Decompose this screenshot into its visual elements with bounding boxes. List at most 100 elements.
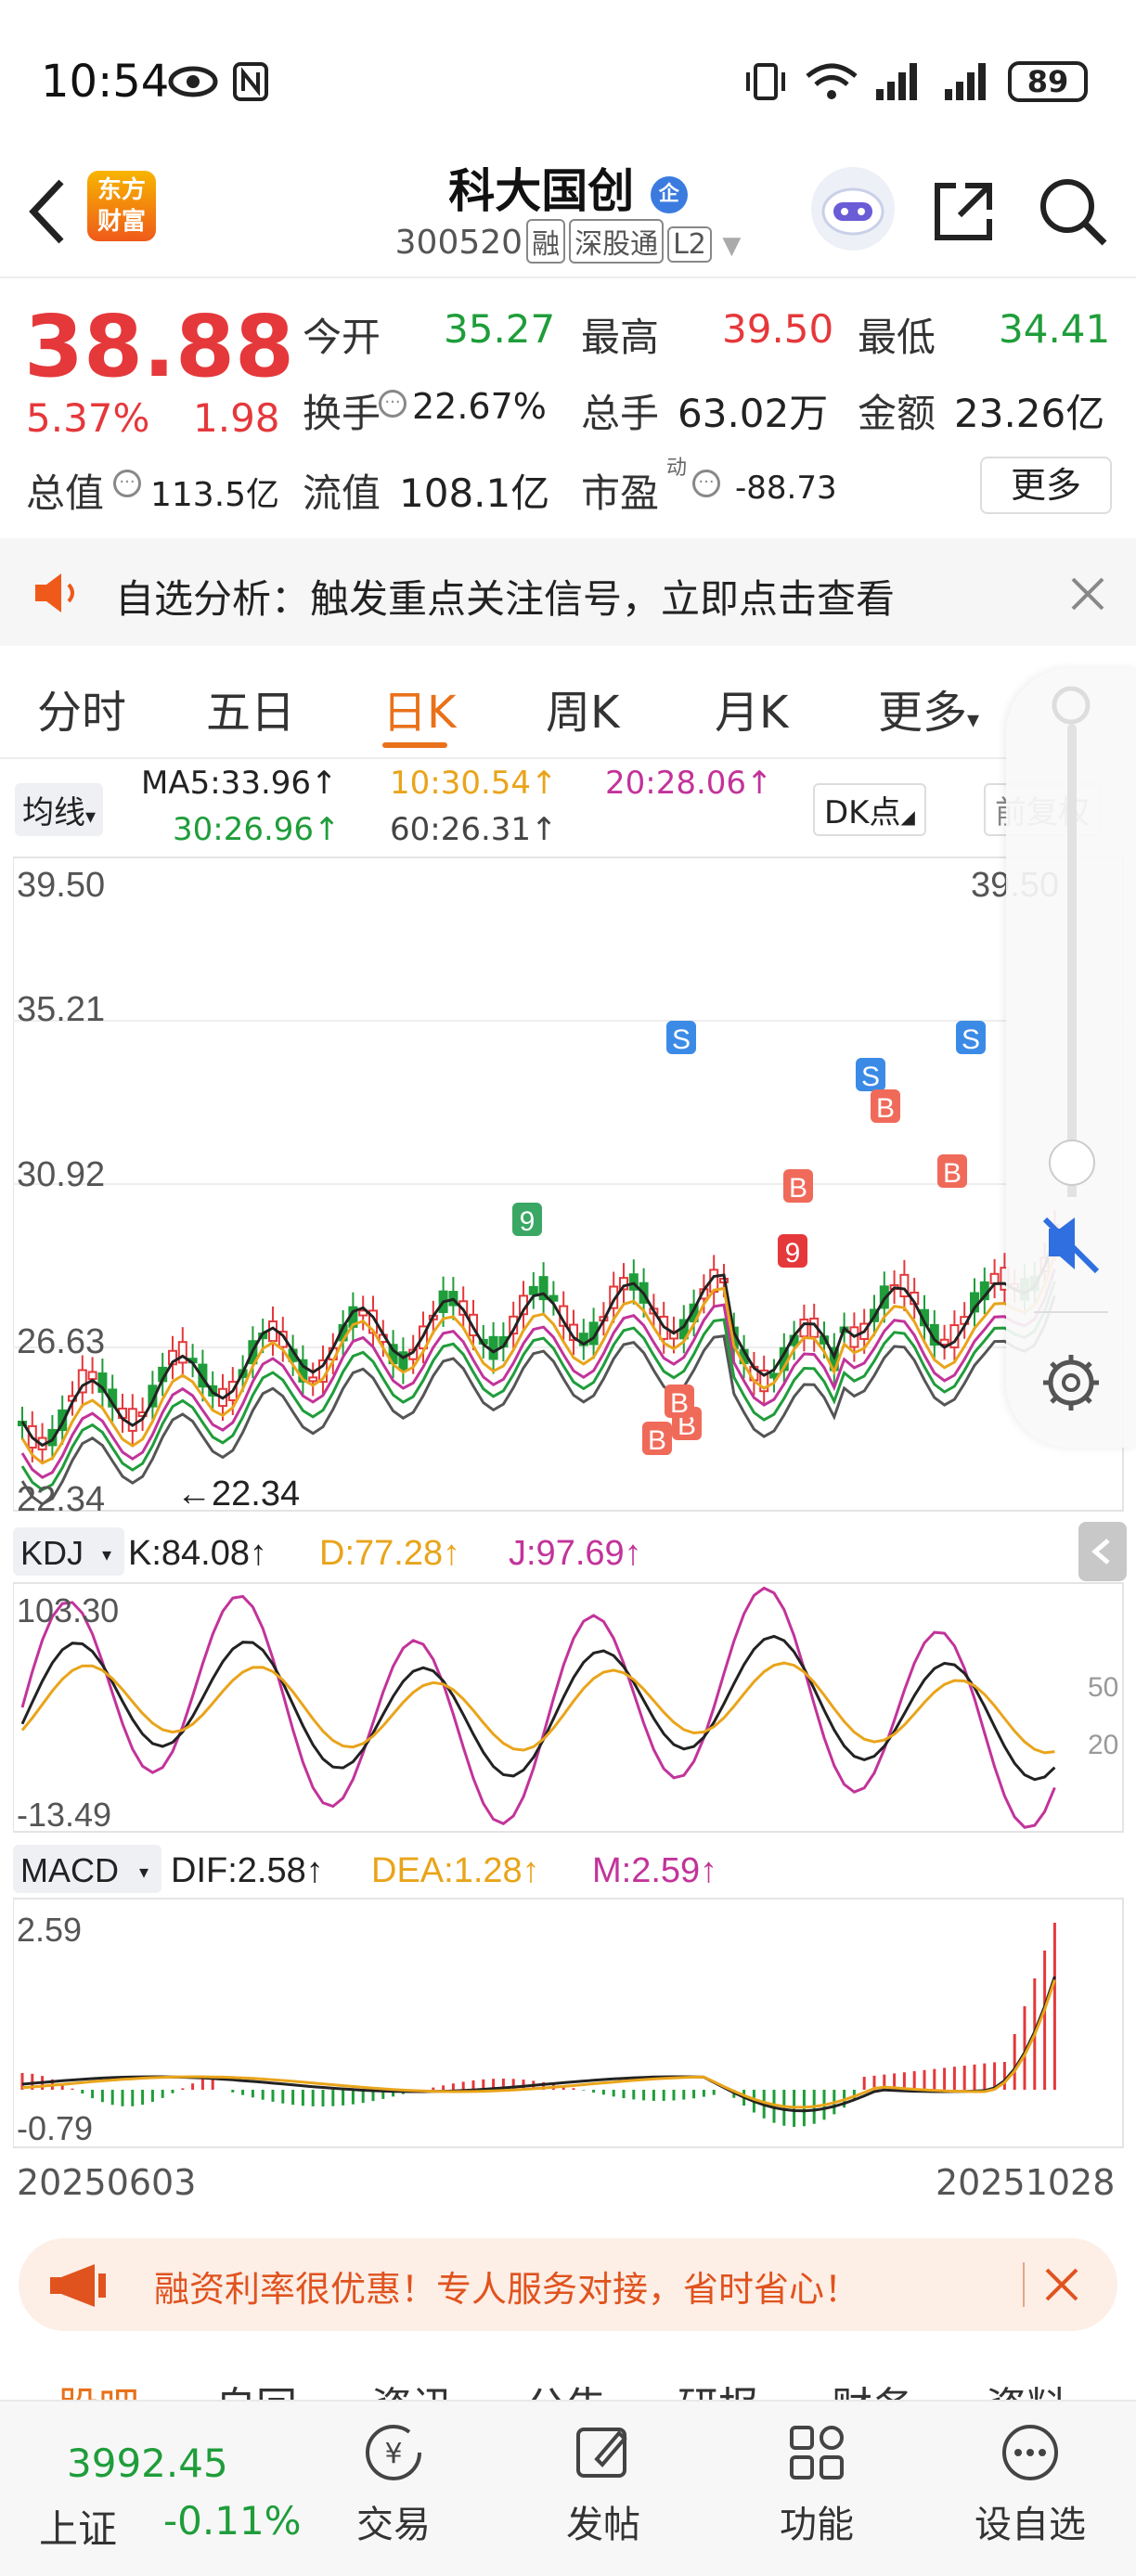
amount-label: 金额	[858, 391, 936, 436]
nine-turn-mark-label: 9	[785, 1238, 801, 1269]
kline-y-label-3: 26.63	[17, 1322, 105, 1361]
nav-label: 功能	[780, 2504, 854, 2546]
macd-y-bottom: -0.79	[17, 2109, 93, 2147]
tag-connect: 深股通	[569, 219, 665, 264]
more-button[interactable]: 更多	[980, 457, 1112, 514]
section-tab-4[interactable]: 研报	[678, 2374, 759, 2400]
tab-daily-k[interactable]: 日K	[382, 676, 456, 741]
nav-add-watchlist[interactable]: 设自选	[956, 2420, 1104, 2548]
candle-body	[177, 1341, 187, 1364]
divider	[1023, 2262, 1025, 2307]
buy-signal-mark-label: B	[789, 1173, 807, 1204]
svg-text:¥: ¥	[384, 2438, 402, 2470]
quote-panel: 38.88 5.37% 1.98 今开 35.27 最高 39.50 最低 34…	[0, 278, 1136, 538]
tab-intraday[interactable]: 分时	[37, 676, 126, 741]
sell-signal-mark-label: S	[672, 1024, 691, 1055]
last-price: 38.88	[24, 297, 295, 396]
candle-body	[528, 1285, 538, 1295]
tab-more[interactable]: 更多▾	[878, 676, 979, 741]
tag-margin: 融	[526, 219, 566, 264]
tab-five-day[interactable]: 五日	[206, 676, 295, 741]
candle-body	[989, 1272, 1000, 1284]
tab-monthly-k[interactable]: 月K	[715, 676, 788, 741]
stock-code: 300520	[394, 224, 523, 262]
section-tab-3[interactable]: 公告	[525, 2374, 607, 2400]
more-dots-icon	[1002, 2425, 1058, 2480]
megaphone-icon	[50, 2264, 106, 2307]
ma30-line	[20, 1281, 1056, 1492]
info-icon[interactable]: ···	[379, 390, 407, 418]
close-icon[interactable]	[1043, 2266, 1080, 2303]
buy-signal-mark-label: B	[648, 1425, 666, 1456]
ma-legend: 均线▾ MA5:33.96↑ 10:30.54↑ 20:28.06↑ 30:26…	[0, 761, 1136, 854]
promo-banner[interactable]: 融资利率很优惠！专人服务对接，省时省心！	[19, 2238, 1117, 2331]
speaker-icon	[35, 573, 74, 612]
candle-body	[87, 1371, 97, 1381]
turnover-label: 换手	[303, 391, 381, 436]
index-change: -0.11%	[163, 2498, 302, 2544]
promo-text: 融资利率很优惠！专人服务对接，省时省心！	[154, 2269, 860, 2310]
nav-trade[interactable]: ¥ 交易	[319, 2420, 468, 2548]
nav-post[interactable]: 发帖	[529, 2420, 678, 2548]
kdj-k-value: K:84.08↑	[128, 1534, 267, 1573]
info-icon[interactable]: ···	[113, 470, 141, 497]
candle-body	[308, 1376, 318, 1383]
volume-panel[interactable]	[1006, 668, 1136, 1448]
turnover-value: 22.67%	[412, 386, 547, 427]
volume-value: 63.02万	[678, 391, 829, 436]
index-ticker[interactable]: 3992.45 上证 -0.11%	[19, 2415, 302, 2554]
volume-label: 总手	[581, 391, 660, 436]
kdj-selector: KDJ	[20, 1534, 84, 1572]
chart-area[interactable]: SSSBBBBBB99 39.50 35.21 30.92 26.63 22.3…	[12, 856, 1127, 2203]
share-icon[interactable]	[928, 176, 999, 247]
robot-assistant-icon[interactable]	[811, 167, 895, 251]
amount-value: 23.26亿	[954, 391, 1105, 436]
section-tabs: 股吧 自回 资讯 公告 研报 财务 资料	[0, 2357, 1136, 2400]
kline-y-label-0: 39.50	[17, 866, 105, 905]
alert-banner[interactable]: 自选分析：触发重点关注信号，立即点击查看	[0, 538, 1136, 646]
bottom-nav: 3992.45 上证 -0.11% ¥ 交易 发帖 功能 设自选	[0, 2400, 1136, 2576]
collapse-tab	[1078, 1522, 1127, 1581]
search-icon[interactable]	[1036, 174, 1110, 249]
volume-thumb	[1049, 1140, 1095, 1186]
section-tab-0[interactable]: 股吧	[58, 2374, 139, 2400]
section-tab-6[interactable]: 资料	[986, 2374, 1067, 2400]
date-end: 20251028	[936, 2162, 1116, 2203]
macd-dea-line	[21, 1979, 1056, 2109]
section-tab-1[interactable]: 自回	[215, 2374, 297, 2400]
mktcap-value: 113.5亿	[150, 476, 280, 514]
dropdown-icon[interactable]: ▼	[722, 232, 741, 260]
candle-body	[488, 1335, 498, 1360]
kline-min-label: ←22.34	[176, 1475, 300, 1513]
nav-label: 设自选	[975, 2504, 1086, 2546]
pe-label: 市盈	[581, 470, 660, 516]
kdj-d-value: D:77.28↑	[319, 1534, 460, 1573]
ma20-line	[20, 1268, 1056, 1479]
open-label: 今开	[303, 315, 381, 360]
caret-down-icon: ▾	[102, 1543, 111, 1565]
buy-signal-mark-label: B	[943, 1158, 962, 1189]
nine-turn-mark-label: 9	[520, 1206, 536, 1237]
tab-weekly-k[interactable]: 周K	[546, 676, 619, 741]
kdj-y-mid-2: 20	[1088, 1730, 1118, 1760]
grid-icon	[790, 2426, 844, 2479]
sell-signal-mark-label: S	[861, 1062, 880, 1092]
kdj-y-top: 103.30	[17, 1591, 119, 1629]
caret-down-icon: ▾	[139, 1861, 148, 1883]
macd-frame	[12, 1898, 1124, 2148]
ma20-value: 20:28.06↑	[605, 765, 773, 802]
section-tab-5[interactable]: 财务	[832, 2374, 913, 2400]
close-icon[interactable]	[1069, 575, 1106, 612]
open-value: 35.27	[444, 306, 556, 352]
nav-functions[interactable]: 功能	[742, 2420, 891, 2548]
caret-down-icon: ▾	[967, 706, 980, 734]
kline-y-label-2: 30.92	[17, 1155, 105, 1194]
edit-icon	[576, 2428, 627, 2478]
info-icon[interactable]: ···	[692, 470, 720, 497]
macd-selector: MACD	[20, 1851, 119, 1889]
stock-name-text: 科大国创	[448, 164, 635, 218]
section-tab-2[interactable]: 资讯	[371, 2374, 453, 2400]
indicator-selector[interactable]: 均线▾	[15, 783, 104, 836]
dk-button[interactable]: DK点◢	[813, 783, 926, 836]
macd-m-value: M:2.59↑	[592, 1851, 717, 1890]
